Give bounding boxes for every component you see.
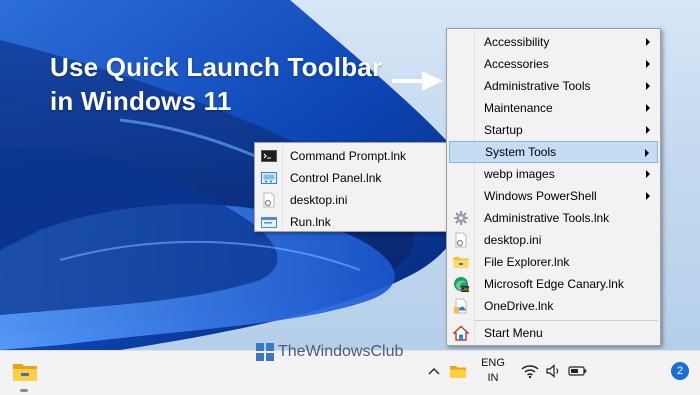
menu-item-label: webp images [484, 167, 555, 181]
chevron-right-icon [646, 170, 650, 178]
menu-item-system-tools[interactable]: System Tools [449, 141, 658, 163]
notification-badge[interactable]: 2 [671, 362, 689, 380]
arrow-right-icon [392, 71, 443, 91]
folder-icon [453, 257, 469, 268]
menu-item-label: Administrative Tools [484, 79, 591, 93]
menu-item-administrative-tools-lnk[interactable]: Administrative Tools.lnk [449, 207, 658, 229]
menu-item-label: desktop.ini [484, 233, 542, 247]
menu-item-label: Accessibility [484, 35, 550, 49]
chevron-right-icon [646, 82, 650, 90]
menu-item-label: Microsoft Edge Canary.lnk [484, 277, 624, 291]
menu-item-webp-images[interactable]: webp images [449, 163, 658, 185]
region-label: IN [487, 372, 499, 384]
menu-item-label: Administrative Tools.lnk [484, 211, 610, 225]
headline: Use Quick Launch Toolbar in Windows 11 [50, 50, 382, 118]
menu-item-label: OneDrive.lnk [484, 299, 554, 313]
menu-item-accessibility[interactable]: Accessibility [449, 31, 658, 53]
menu-item-desktop-ini[interactable]: desktop.ini [449, 229, 658, 251]
file-explorer-icon[interactable] [12, 359, 38, 385]
menu-item-file-explorer[interactable]: File Explorer.lnk [449, 251, 658, 273]
chevron-right-icon [646, 126, 650, 134]
chevron-up-icon[interactable] [427, 365, 441, 379]
menu-item-startup[interactable]: Startup [449, 119, 658, 141]
menu-item-accessories[interactable]: Accessories [449, 53, 658, 75]
svg-text:CAN: CAN [461, 287, 469, 292]
quick-launch-menu: Accessibility Accessories Administrative… [446, 28, 661, 346]
menu-item-label: Maintenance [484, 101, 553, 115]
run-icon [261, 217, 277, 228]
settings-file-icon [263, 192, 275, 208]
battery-icon[interactable] [568, 363, 588, 379]
submenu-item-desktop-ini[interactable]: desktop.ini [257, 189, 444, 211]
menu-item-label: Start Menu [484, 326, 543, 340]
menu-separator [475, 320, 658, 321]
submenu-item-label: Command Prompt.lnk [290, 149, 407, 163]
chevron-right-icon [646, 60, 650, 68]
menu-item-label: Accessories [484, 57, 549, 71]
edge-canary-icon: CAN [454, 277, 469, 292]
submenu-item-control-panel[interactable]: Control Panel.lnk [257, 167, 444, 189]
menu-item-start-menu[interactable]: Start Menu [449, 322, 658, 344]
headline-line-1: Use Quick Launch Toolbar [50, 52, 383, 82]
watermark-text: TheWindowsClub [278, 343, 404, 360]
volume-icon[interactable] [545, 363, 563, 379]
submenu-item-label: desktop.ini [290, 193, 348, 207]
chevron-right-icon [646, 38, 650, 46]
chevron-right-icon [646, 192, 650, 200]
cmd-icon [261, 150, 277, 162]
system-tools-submenu: Command Prompt.lnk Control Panel.lnk des… [254, 142, 447, 232]
menu-item-label: Startup [484, 123, 523, 137]
wifi-icon[interactable] [521, 363, 539, 379]
menu-item-maintenance[interactable]: Maintenance [449, 97, 658, 119]
control-panel-icon [261, 172, 277, 184]
home-icon [453, 325, 469, 341]
submenu-item-run[interactable]: Run.lnk [257, 211, 444, 233]
menu-item-label: File Explorer.lnk [484, 255, 570, 269]
gear-shortcut-icon [454, 211, 468, 225]
submenu-item-label: Run.lnk [290, 215, 331, 229]
submenu-item-label: Control Panel.lnk [290, 171, 382, 185]
settings-file-icon [455, 232, 467, 248]
language-label: ENG [481, 357, 505, 369]
chevron-right-icon [645, 149, 649, 157]
chevron-right-icon [646, 104, 650, 112]
menu-item-label: Windows PowerShell [484, 189, 597, 203]
windowsclub-logo-icon [256, 343, 274, 361]
menu-item-label: System Tools [485, 145, 557, 159]
onedrive-icon [454, 298, 467, 314]
headline-line-2: in Windows 11 [50, 86, 232, 116]
menu-item-onedrive[interactable]: OneDrive.lnk [449, 295, 658, 317]
active-app-indicator [20, 389, 28, 392]
menu-item-administrative-tools[interactable]: Administrative Tools [449, 75, 658, 97]
submenu-item-command-prompt[interactable]: Command Prompt.lnk [257, 145, 444, 167]
menu-item-windows-powershell[interactable]: Windows PowerShell [449, 185, 658, 207]
watermark: TheWindowsClub [256, 343, 403, 361]
menu-item-edge-canary[interactable]: CAN Microsoft Edge Canary.lnk [449, 273, 658, 295]
quick-launch-folder-icon[interactable] [449, 363, 467, 381]
language-indicator[interactable]: ENG IN [478, 356, 508, 386]
